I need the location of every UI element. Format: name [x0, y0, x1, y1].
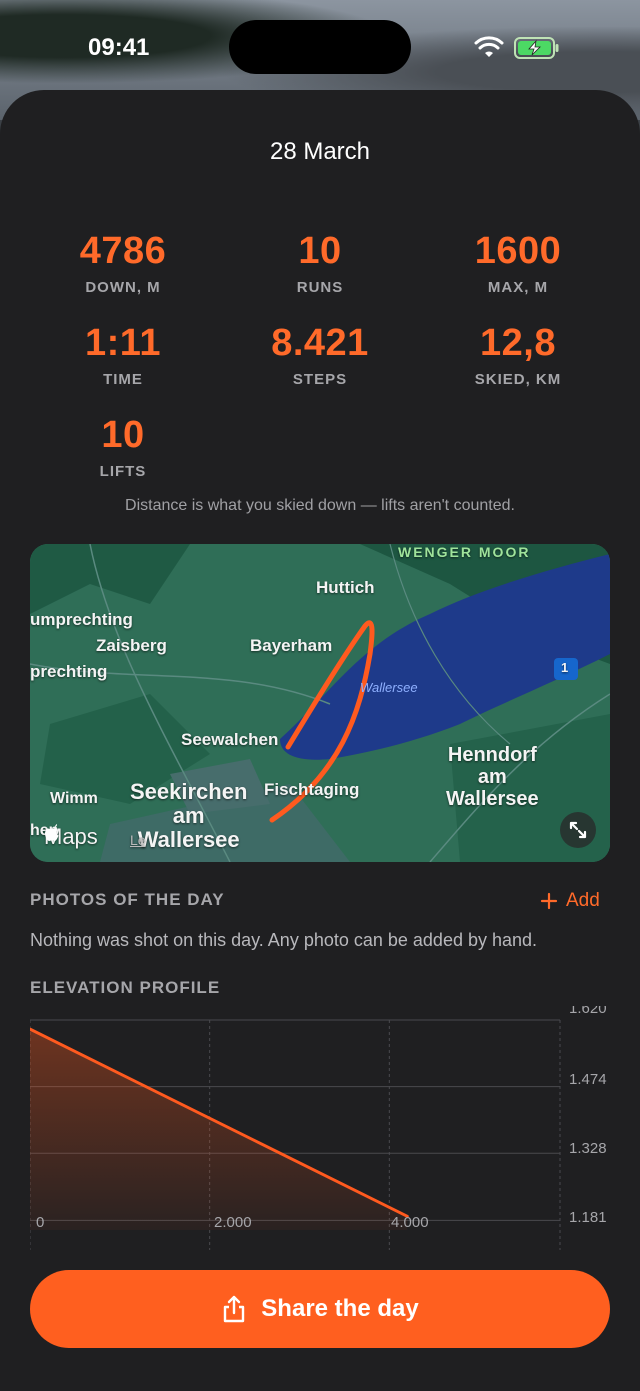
battery-icon: [514, 37, 559, 59]
day-detail-sheet: 28 March 4786 DOWN, M 10 RUNS 1600 MAX, …: [0, 90, 640, 1391]
add-photo-label: Add: [566, 890, 600, 911]
stat-value: 4786: [79, 230, 167, 272]
status-bar: 09:41: [0, 0, 640, 90]
map-label: umprechting: [30, 610, 133, 629]
map-label: Seewalchen: [181, 730, 279, 749]
stat-runs: 10 RUNS: [225, 230, 415, 296]
map-label: Bayerham: [250, 636, 333, 655]
stat-value: 10: [101, 414, 145, 456]
map-label: WENGER MOOR: [398, 544, 531, 560]
page-title: 28 March: [269, 138, 371, 165]
add-photo-button[interactable]: Add: [540, 888, 600, 914]
stat-label: SKIED, KM: [474, 371, 562, 388]
expand-icon: [569, 821, 587, 839]
stat-lifts: 10 LIFTS: [28, 414, 218, 480]
stat-label: LIFTS: [99, 463, 147, 480]
stat-value: 1:11: [85, 322, 161, 364]
stat-down: 4786 DOWN, M: [28, 230, 218, 296]
elevation-chart: [30, 1019, 561, 1250]
y-tick-label: 1.620: [569, 1006, 607, 1016]
map-label: Zaisberg: [96, 636, 167, 655]
stat-label: STEPS: [292, 371, 348, 388]
map-label: Henndorf am Wallersee: [446, 744, 539, 810]
expand-map-button[interactable]: [560, 812, 596, 848]
legal-link[interactable]: Le: [130, 832, 146, 848]
share-day-button[interactable]: Share the day: [30, 1270, 610, 1348]
maps-attribution[interactable]: Maps: [44, 824, 98, 850]
elevation-section-title: ELEVATION PROFILE: [30, 978, 221, 997]
map-label: Fischtaging: [264, 780, 360, 799]
y-tick-label: 1.181: [569, 1209, 607, 1226]
stat-label: MAX, M: [487, 279, 549, 296]
stat-value: 12,8: [480, 322, 556, 364]
share-icon: [224, 1295, 245, 1323]
share-label: Share the day: [261, 1295, 419, 1322]
dynamic-island: [229, 20, 411, 74]
map-label: Seekirchen am Wallersee: [130, 779, 248, 852]
stat-value: 1600: [474, 230, 562, 272]
distance-note: Distance is what you skied down — lifts …: [125, 497, 515, 514]
map-label: Wimm: [50, 790, 98, 807]
stat-value: 8.421: [271, 322, 369, 364]
plus-icon: [540, 892, 558, 910]
y-tick-label: 1.474: [569, 1071, 607, 1088]
stat-skied: 12,8 SKIED, KM: [423, 322, 613, 388]
stat-label: DOWN, M: [85, 279, 161, 296]
map-label: Huttich: [316, 578, 375, 597]
stat-time: 1:11 TIME: [28, 322, 218, 388]
map-water-label: Wallersee: [360, 680, 418, 695]
map-label: prechting: [30, 662, 108, 681]
stat-label: RUNS: [296, 279, 344, 296]
photos-section-title: PHOTOS OF THE DAY: [30, 890, 225, 909]
photos-empty-text: Nothing was shot on this day. Any photo …: [30, 930, 538, 950]
road-badge: 1: [561, 660, 569, 675]
stat-steps: 8.421 STEPS: [225, 322, 415, 388]
stat-value: 10: [298, 230, 342, 272]
apple-logo-icon: [45, 824, 59, 841]
x-tick-label: 2.000: [214, 1214, 252, 1231]
elevation-area: [30, 1029, 408, 1230]
status-time: 09:41: [88, 34, 150, 61]
route-map[interactable]: WENGER MOOR Huttich umprechting Zaisberg…: [30, 544, 610, 862]
stat-label: TIME: [103, 371, 143, 388]
stat-max: 1600 MAX, M: [423, 230, 613, 296]
x-tick-label: 0: [36, 1214, 45, 1231]
wifi-icon: [474, 36, 504, 57]
x-tick-label: 4.000: [391, 1214, 429, 1231]
y-tick-label: 1.328: [569, 1140, 607, 1157]
